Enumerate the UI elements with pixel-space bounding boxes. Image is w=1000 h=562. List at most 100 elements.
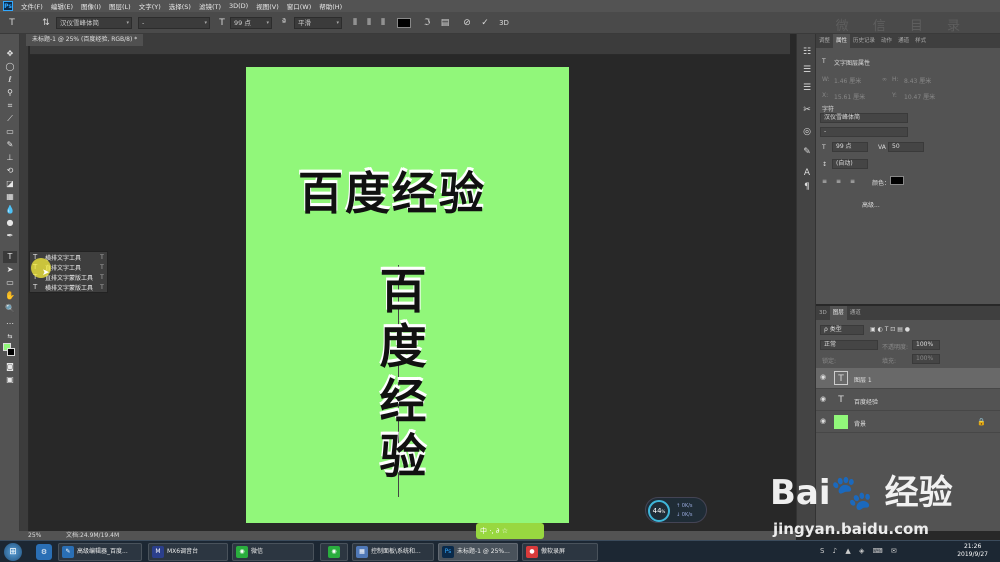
align-right-icon[interactable]: ≡ — [850, 178, 855, 185]
adjust-icon[interactable]: ☷ — [801, 46, 813, 58]
text-color-swatch[interactable] — [397, 18, 411, 28]
taskbar-item-control-panel[interactable]: ▦ 控制面板\系统和... — [352, 543, 434, 561]
prop-tracking-field[interactable]: 50 — [888, 142, 924, 152]
network-speed-widget[interactable]: 44% ↑ 0K/s ↓ 0K/s — [645, 497, 707, 523]
menu-view[interactable]: 视图(V) — [252, 1, 283, 11]
tab-3d[interactable]: 3D — [816, 306, 830, 320]
menu-window[interactable]: 窗口(W) — [283, 1, 316, 11]
tab-adjustments[interactable]: 调整 — [816, 34, 833, 48]
crop-tool-icon[interactable]: ⌗ — [3, 100, 17, 112]
brush-tool-icon[interactable]: ✎ — [3, 139, 17, 151]
visibility-eye-icon[interactable]: ◉ — [820, 417, 826, 425]
taskbar-item-wechat-2[interactable]: ◉ — [320, 543, 348, 561]
taskbar-clock[interactable]: 21:26 2019/9/27 — [957, 543, 988, 559]
screen-mode-icon[interactable]: ▣ — [3, 374, 17, 386]
vertical-text-layer[interactable]: 百 度 经 验 — [374, 265, 432, 485]
font-size-field[interactable]: 99 点 ▾ — [230, 17, 272, 29]
align-center-icon[interactable]: ≡ — [836, 178, 841, 185]
advanced-button[interactable]: 高级... — [862, 200, 880, 209]
flyout-horizontal-type-mask-tool[interactable]: T 横排文字蒙版工具 T — [30, 282, 107, 292]
filter-icons[interactable]: ▣ ◐ T ⊡ ▤ ● — [870, 326, 910, 333]
taskbar-item-editor[interactable]: ✎ 高级编辑器_百度... — [58, 543, 142, 561]
type-tool-icon[interactable]: T — [3, 251, 17, 263]
type-tool-preset-icon[interactable]: T — [6, 17, 18, 29]
dodge-tool-icon[interactable]: ● — [3, 217, 17, 229]
tab-actions[interactable]: 动作 — [878, 34, 895, 48]
visibility-eye-icon[interactable]: ◉ — [820, 373, 826, 381]
shape-tool-icon[interactable]: ▭ — [3, 277, 17, 289]
stamp-tool-icon[interactable]: ⊥ — [3, 152, 17, 164]
healing-brush-tool-icon[interactable]: ▭ — [3, 126, 17, 138]
menu-type[interactable]: 文字(Y) — [135, 1, 165, 11]
prop-leading-field[interactable]: (自动) — [832, 159, 868, 169]
doc-size[interactable]: 文档:24.9M/19.4M — [66, 531, 119, 540]
paragraph-icon[interactable]: ¶ — [801, 181, 813, 193]
warp-text-icon[interactable]: ℑ — [421, 17, 433, 29]
quick-select-tool-icon[interactable]: ⚲ — [3, 87, 17, 99]
layer-row[interactable]: ◉ 背景 🔒 — [816, 412, 1000, 433]
menu-filter[interactable]: 滤镜(T) — [195, 1, 225, 11]
prop-font-style-select[interactable]: - — [820, 127, 908, 137]
move-tool-icon[interactable]: ✥ — [3, 48, 17, 60]
document-tab[interactable]: 未标题-1 @ 25% (百度经验, RGB/8) * — [26, 34, 144, 46]
layer-row[interactable]: ◉ T 百度经验 — [816, 390, 1000, 411]
eyedropper-tool-icon[interactable]: ⟋ — [3, 113, 17, 125]
blend-mode-select[interactable]: 正常 — [820, 340, 878, 350]
prop-color-swatch[interactable] — [890, 176, 904, 185]
sliders-icon[interactable]: ☰ — [801, 64, 813, 76]
input-method-bar[interactable]: 中 ·, ∂ ☆ — [476, 523, 544, 539]
menu-select[interactable]: 选择(S) — [165, 1, 195, 11]
align-bottom-icon[interactable]: ⫴ — [377, 17, 389, 29]
text-orientation-toggle-icon[interactable]: ⇅ — [40, 17, 52, 29]
3d-icon[interactable]: 3D — [498, 17, 510, 29]
document-canvas[interactable]: 百度经验 百 度 经 验 — [246, 67, 569, 523]
history-brush-tool-icon[interactable]: ⟲ — [3, 165, 17, 177]
menu-edit[interactable]: 编辑(E) — [47, 1, 77, 11]
align-left-icon[interactable]: ≡ — [822, 178, 827, 185]
pen-tool-icon[interactable]: ✒ — [3, 230, 17, 242]
scissors-icon[interactable]: ✂ — [801, 104, 813, 116]
pinned-app-icon[interactable]: ⚙ — [36, 544, 52, 560]
lasso-tool-icon[interactable]: ℓ — [3, 74, 17, 86]
font-style-select[interactable]: - ▾ — [138, 17, 210, 29]
commit-check-icon[interactable]: ✓ — [479, 17, 491, 29]
prop-font-family-select[interactable]: 汉仪雪峰体简 — [820, 113, 908, 123]
align-top-icon[interactable]: ⫴ — [349, 17, 361, 29]
prop-font-size-field[interactable]: 99 点 — [832, 142, 868, 152]
layer-filter-select[interactable]: ρ 类型 — [820, 325, 864, 335]
swatch-icon[interactable]: ◎ — [801, 126, 813, 138]
font-family-select[interactable]: 汉仪雪峰体简 ▾ — [56, 17, 132, 29]
blur-tool-icon[interactable]: 💧 — [3, 204, 17, 216]
character-panel-icon[interactable]: ▤ — [439, 17, 451, 29]
zoom-tool-icon[interactable]: 🔍 — [3, 303, 17, 315]
taskbar-item-wechat[interactable]: ◉ 微信 — [232, 543, 314, 561]
hand-tool-icon[interactable]: ✋ — [3, 290, 17, 302]
zoom-level[interactable]: 25% — [28, 531, 41, 540]
fill-field[interactable]: 100% — [912, 354, 940, 364]
menu-help[interactable]: 帮助(H) — [315, 1, 346, 11]
menu-3d[interactable]: 3D(D) — [225, 2, 252, 10]
swap-colors-icon[interactable]: ⇆ — [3, 331, 17, 343]
system-tray-icons[interactable]: S ♪ ▲ ◈ ⌨ ✉ — [820, 547, 900, 555]
taskbar-item-recorder[interactable]: ● 傲软录屏 — [522, 543, 598, 561]
tab-paths[interactable]: 通道 — [847, 306, 864, 320]
tab-layers[interactable]: 图层 — [829, 306, 847, 320]
tab-properties[interactable]: 属性 — [833, 34, 851, 48]
gradient-tool-icon[interactable]: ▦ — [3, 191, 17, 203]
menu-image[interactable]: 图像(I) — [77, 1, 105, 11]
start-button[interactable]: ⊞ — [4, 543, 22, 561]
levels-icon[interactable]: ☰ — [801, 82, 813, 94]
antialias-select[interactable]: 平滑 ▾ — [294, 17, 342, 29]
layer-row[interactable]: ◉ T 图层 1 — [816, 368, 1000, 389]
character-icon[interactable]: A — [801, 167, 813, 179]
menu-layer[interactable]: 图层(L) — [105, 1, 135, 11]
tab-channels[interactable]: 通道 — [895, 34, 912, 48]
marquee-tool-icon[interactable]: ◯ — [3, 61, 17, 73]
cancel-icon[interactable]: ⊘ — [461, 17, 473, 29]
taskbar-item-photoshop[interactable]: Ps 未标题-1 @ 25%... — [438, 543, 518, 561]
brush-settings-icon[interactable]: ✎ — [801, 146, 813, 158]
menu-file[interactable]: 文件(F) — [17, 1, 47, 11]
eraser-tool-icon[interactable]: ◪ — [3, 178, 17, 190]
taskbar-item-mixer[interactable]: M MX6调音台 — [148, 543, 228, 561]
more-tools-icon[interactable]: ⋯ — [3, 318, 17, 330]
